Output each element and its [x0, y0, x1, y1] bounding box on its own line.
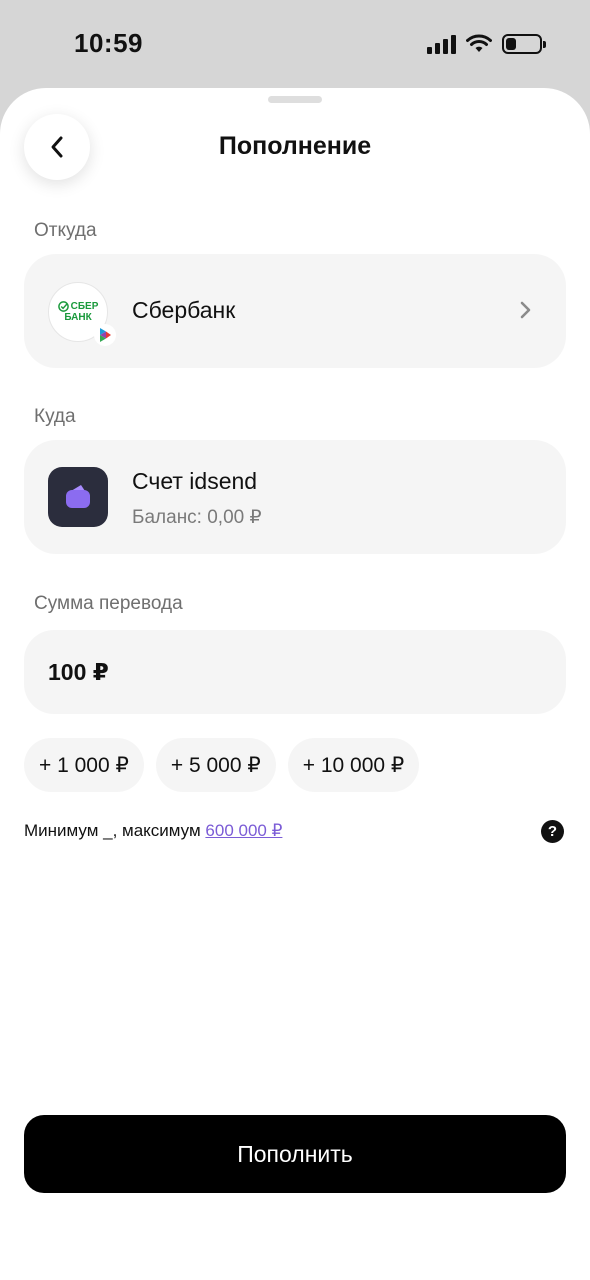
amount-input[interactable]: 100 ₽: [24, 630, 566, 714]
status-icons: [427, 31, 546, 57]
question-icon[interactable]: ?: [541, 820, 564, 843]
top-up-button[interactable]: Пополнить: [24, 1115, 566, 1193]
transfer-limits: Минимум _, максимум 600 000 ₽: [24, 821, 282, 841]
from-label: Откуда: [34, 220, 97, 241]
quick-amount-chips: + 1 000 ₽ + 5 000 ₽ + 10 000 ₽: [24, 738, 420, 792]
page-title: Пополнение: [218, 132, 372, 160]
amount-value: 100 ₽: [48, 658, 109, 685]
limits-text: Минимум _, максимум: [24, 821, 206, 840]
account-balance: Баланс: 0,00 ₽: [132, 507, 262, 528]
to-label: Куда: [34, 406, 76, 427]
sheet-grabber[interactable]: [268, 96, 322, 103]
quick-add-10000-button[interactable]: + 10 000 ₽: [287, 738, 420, 792]
amount-label: Сумма перевода: [34, 593, 183, 614]
status-time: 10:59: [74, 28, 143, 58]
transfer-sheet: Пополнение Откуда СБЕР БАНК Сбербанк Куд…: [0, 88, 590, 1280]
quick-add-1000-button[interactable]: + 1 000 ₽: [24, 738, 144, 792]
account-name: Счет idsend: [132, 468, 258, 494]
max-limit-link[interactable]: 600 000 ₽: [205, 821, 282, 840]
status-bar: 10:59: [0, 0, 590, 90]
wallet-icon: [48, 467, 108, 527]
source-bank-card[interactable]: СБЕР БАНК Сбербанк: [24, 254, 566, 368]
chevron-right-icon: [520, 301, 531, 319]
logo-text-line2: БАНК: [64, 312, 92, 323]
quick-add-5000-button[interactable]: + 5 000 ₽: [155, 738, 276, 792]
wifi-icon: [466, 34, 492, 52]
bank-name: Сбербанк: [132, 297, 236, 323]
logo-text-line1: СБЕР: [70, 300, 99, 312]
sbp-icon: [94, 324, 116, 346]
battery-icon: [502, 34, 546, 54]
sber-check-icon: [57, 301, 69, 312]
cellular-signal-icon: [427, 34, 456, 54]
destination-account-card: Счет idsend Баланс: 0,00 ₽: [24, 440, 566, 554]
